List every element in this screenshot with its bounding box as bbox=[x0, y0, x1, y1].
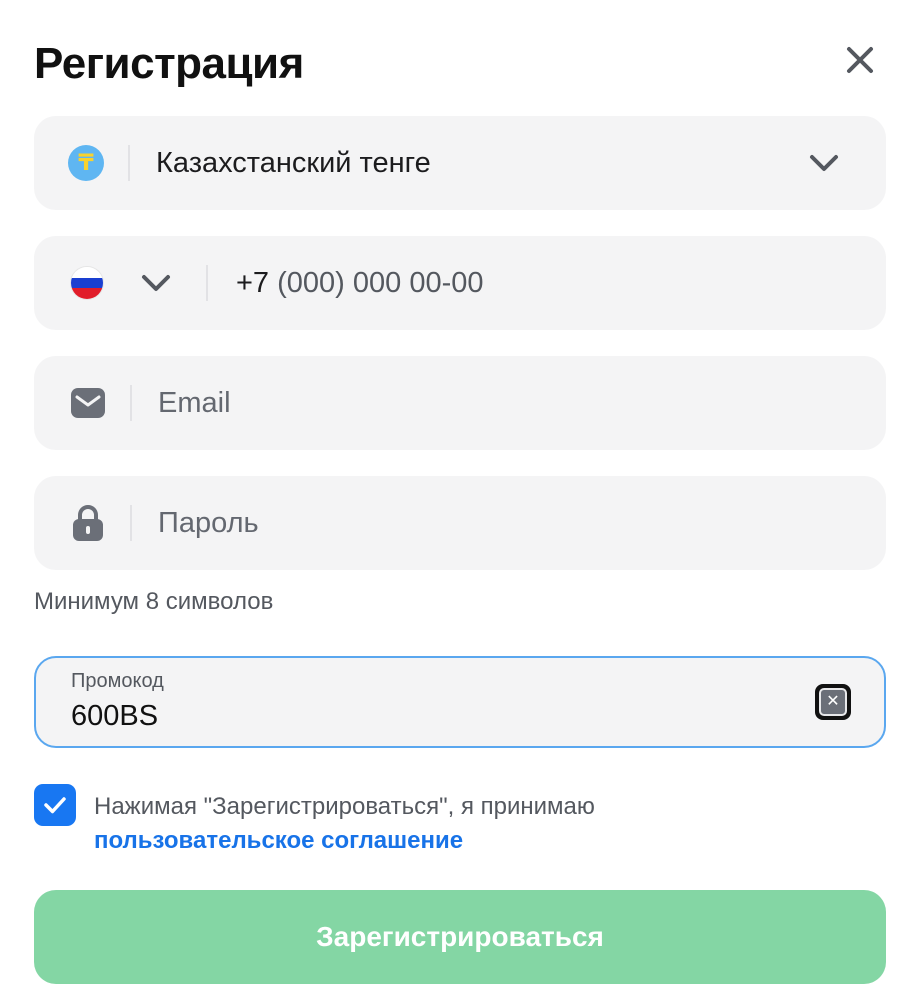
close-icon bbox=[847, 47, 873, 73]
tenge-coin-icon: ₸ bbox=[68, 145, 104, 181]
checkmark-icon bbox=[44, 797, 66, 814]
agreement-text: Нажимая "Зарегистрироваться", я принимаю bbox=[94, 793, 595, 820]
currency-select[interactable]: ₸ Казахстанский тенге bbox=[34, 116, 886, 210]
registration-modal: Регистрация ₸ Казахстанский тенге +7 (00… bbox=[0, 0, 920, 988]
close-button[interactable] bbox=[838, 38, 882, 82]
agreement-checkbox[interactable] bbox=[34, 784, 76, 826]
phone-mask: (000) 000 00-00 bbox=[277, 266, 484, 299]
modal-title: Регистрация bbox=[34, 39, 304, 88]
phone-prefix: +7 bbox=[236, 266, 270, 299]
envelope-icon bbox=[71, 388, 105, 418]
email-field[interactable]: Email bbox=[34, 356, 886, 450]
russia-flag-icon bbox=[70, 266, 104, 300]
promo-clear-button[interactable]: ✕ bbox=[815, 684, 851, 720]
promo-code-label: Промокод bbox=[71, 670, 164, 692]
password-field[interactable]: Пароль bbox=[34, 476, 886, 570]
tenge-symbol: ₸ bbox=[78, 150, 94, 175]
currency-value: Казахстанский тенге bbox=[156, 146, 431, 179]
password-hint: Минимум 8 символов bbox=[34, 588, 274, 615]
chevron-down-icon bbox=[810, 155, 838, 171]
promo-code-input[interactable]: 600BS bbox=[71, 700, 158, 733]
phone-field: +7 (000) 000 00-00 bbox=[34, 236, 886, 330]
promo-code-field[interactable]: Промокод 600BS ✕ bbox=[34, 656, 886, 748]
field-divider bbox=[206, 265, 208, 301]
phone-input[interactable]: +7 (000) 000 00-00 bbox=[236, 267, 484, 300]
email-placeholder: Email bbox=[158, 386, 231, 419]
register-button[interactable]: Зарегистрироваться bbox=[34, 890, 886, 984]
lock-icon bbox=[73, 505, 103, 541]
field-divider bbox=[130, 505, 132, 541]
user-agreement-link[interactable]: пользовательское соглашение bbox=[94, 824, 463, 858]
country-code-dropdown[interactable] bbox=[138, 265, 174, 301]
field-divider bbox=[130, 385, 132, 421]
field-divider bbox=[128, 145, 130, 181]
clear-icon: ✕ bbox=[819, 688, 847, 716]
password-placeholder: Пароль bbox=[158, 506, 259, 539]
